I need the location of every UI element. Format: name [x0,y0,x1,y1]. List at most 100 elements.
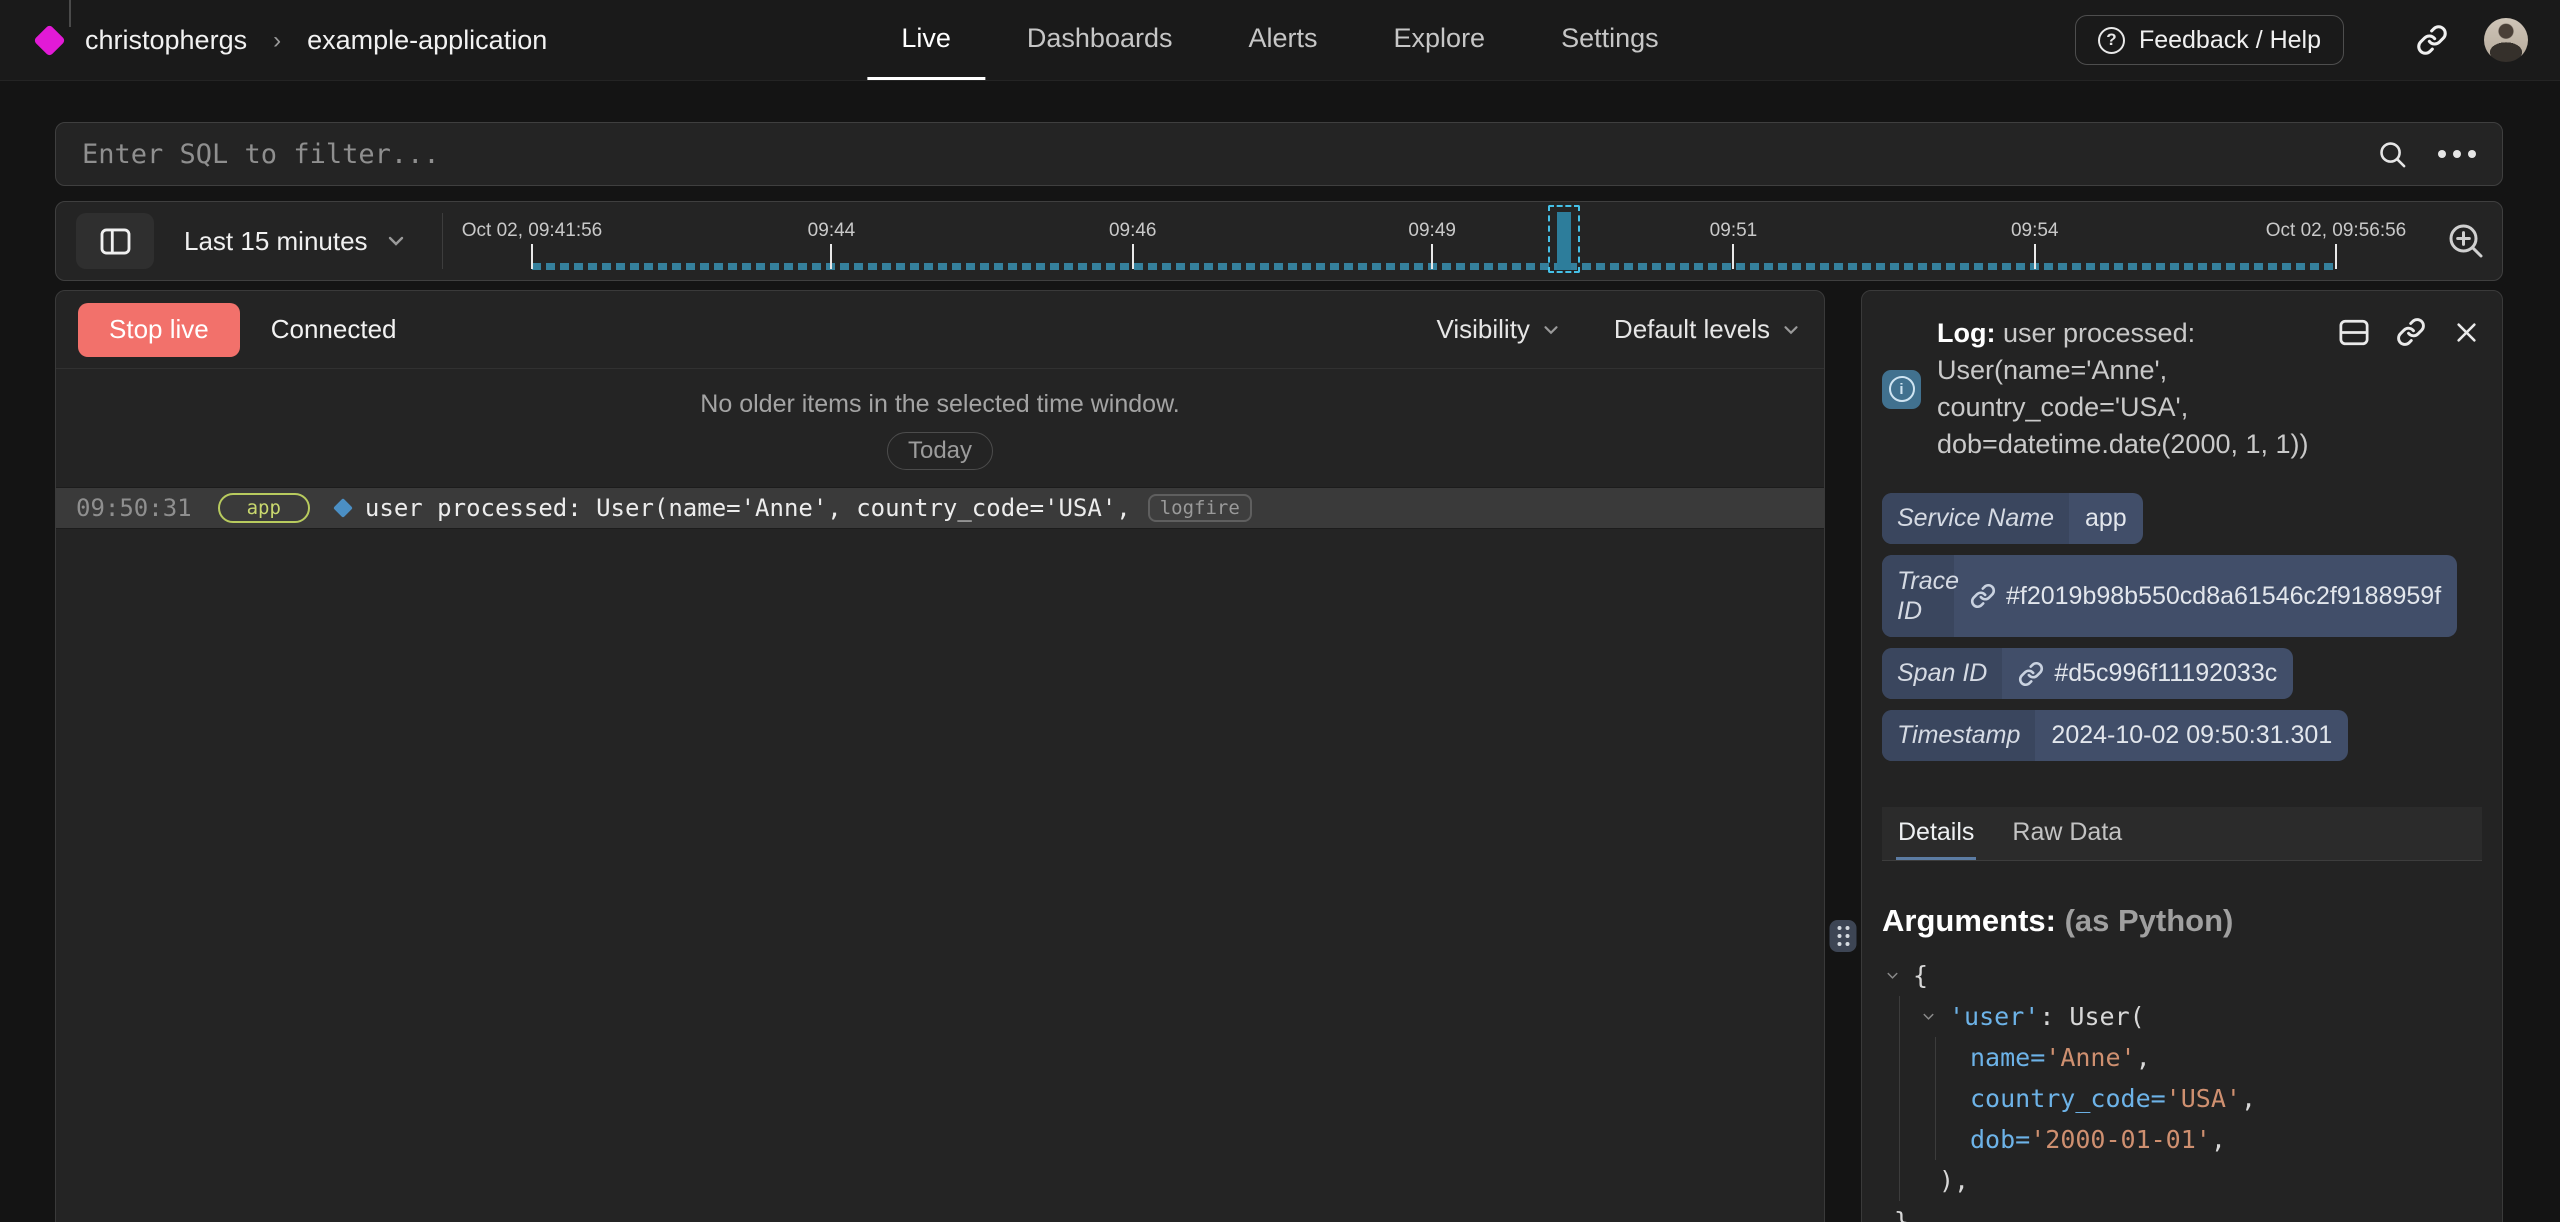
arguments-title: Arguments: [1882,903,2056,938]
timeline-track[interactable]: Oct 02, 09:41:5609:4409:4609:4909:5109:5… [532,202,2336,280]
detail-title-kind: Log: [1937,318,1995,348]
code-line: ), [1882,1160,2482,1201]
link-icon [2018,661,2044,687]
collapse-chevron-icon[interactable] [1921,1009,1949,1024]
time-range-label: Last 15 minutes [184,226,368,257]
breadcrumb-org[interactable]: christophergs [85,25,247,56]
close-icon[interactable] [2453,319,2480,346]
empty-notice-zone: No older items in the selected time wind… [56,369,1824,487]
detail-header: i Log: user processed: User(name='Anne',… [1882,315,2482,463]
attribute-chip-trace-id[interactable]: Trace ID #f2019b98b550cd8a61546c2f918895… [1882,555,2457,637]
code-token: } [1894,1207,1909,1222]
resize-handle[interactable] [1830,920,1857,952]
code-token: , [2211,1125,2226,1154]
tab-details[interactable]: Details [1896,807,1976,860]
attribute-chip-span-id[interactable]: Span ID #d5c996f11192033c [1882,648,2293,699]
timeline-tick-mark [2335,244,2337,269]
search-icon[interactable] [2377,139,2408,170]
visibility-dropdown[interactable]: Visibility [1436,314,1561,345]
timeline-tick-mark [830,244,832,269]
logfire-logo-icon[interactable] [33,24,66,57]
default-levels-dropdown[interactable]: Default levels [1614,314,1802,345]
timeline-tick-label: 09:44 [808,220,856,242]
link-icon [1970,583,1996,609]
tab-settings[interactable]: Settings [1527,0,1693,80]
detail-tabs: Details Raw Data [1882,807,2482,861]
logo-pointer-line [69,0,71,27]
attribute-value: #f2019b98b550cd8a61546c2f9188959f [1954,571,2457,622]
tab-raw-data[interactable]: Raw Data [2010,807,2124,860]
timeline-tick-label: Oct 02, 09:56:56 [2266,220,2407,242]
timeline-tick-mark [1431,244,1433,269]
attribute-label: Timestamp [1882,710,2035,761]
sidebar-toggle-button[interactable] [76,213,154,269]
share-link-button[interactable] [2416,24,2448,56]
sql-filter-bar [55,122,2503,186]
code-token: country_code= [1970,1084,2166,1113]
code-token: , [2241,1084,2256,1113]
code-token: , [2136,1043,2151,1072]
feedback-help-label: Feedback / Help [2139,26,2321,55]
sql-filter-input[interactable] [82,139,2377,170]
attribute-chip-service-name[interactable]: Service Nameapp [1882,493,2143,544]
code-token: { [1913,961,1928,990]
attribute-chip-timestamp[interactable]: Timestamp2024-10-02 09:50:31.301 [1882,710,2348,761]
code-token: 'Anne' [2045,1043,2135,1072]
detail-title: Log: user processed: User(name='Anne', c… [1937,315,2329,463]
collapse-chevron-icon[interactable] [1885,968,1913,983]
timeline-tick-label: 09:54 [2011,220,2059,242]
panel-divider [1825,290,1861,1222]
dock-panel-icon[interactable] [2339,319,2369,346]
indent-guide [1899,996,1900,1201]
timeline-zoom-in-button[interactable] [2446,221,2486,261]
attribute-value: app [2069,493,2143,544]
stop-live-button[interactable]: Stop live [78,303,240,357]
chevron-down-icon [1780,319,1802,341]
code-token: User( [2069,1002,2144,1031]
timeline-tick-mark [1732,244,1734,269]
log-message: user processed: User(name='Anne', countr… [365,494,1131,522]
timeline-tick-label: 09:46 [1109,220,1157,242]
timeline-tick-label: 09:51 [1710,220,1758,242]
info-icon: i [1882,370,1921,409]
arguments-heading: Arguments: (as Python) [1882,903,2482,939]
attribute-label: Trace ID [1882,555,1954,637]
log-row[interactable]: 09:50:31 app user processed: User(name='… [56,487,1824,529]
logfire-tag[interactable]: logfire [1148,494,1252,522]
code-line: name='Anne', [1882,1037,2482,1078]
live-panel-header: Stop live Connected Visibility Default l… [56,291,1824,369]
top-bar: christophergs › example-application Live… [0,0,2560,81]
tab-alerts[interactable]: Alerts [1214,0,1351,80]
code-token: ), [1939,1166,1969,1195]
code-line: dob='2000-01-01', [1882,1119,2482,1160]
user-avatar[interactable] [2484,18,2528,62]
code-token: 'user' [1949,1002,2039,1031]
chevron-down-icon [1540,319,1562,341]
code-line: } [1882,1201,2482,1222]
service-badge[interactable]: app [218,493,310,523]
feedback-help-button[interactable]: ? Feedback / Help [2075,15,2344,65]
divider [442,213,443,269]
code-token: dob= [1970,1125,2030,1154]
sidebar-panel-icon [100,228,131,255]
breadcrumb-project[interactable]: example-application [307,25,547,56]
attribute-value: #d5c996f11192033c [2002,648,2293,699]
attribute-label: Service Name [1882,493,2069,544]
tab-live[interactable]: Live [867,0,985,80]
chevron-down-icon [384,229,408,253]
link-icon [2416,24,2448,56]
code-line: { [1882,955,2482,996]
more-options-icon[interactable] [2438,150,2476,158]
code-token: '2000-01-01' [2030,1125,2211,1154]
tab-dashboards[interactable]: Dashboards [993,0,1207,80]
time-range-selector[interactable]: Last 15 minutes [184,226,408,257]
timeline-tick-mark [531,244,533,269]
log-level-diamond-icon [333,498,353,518]
timeline-histogram-baseline [532,263,2336,270]
copy-link-icon[interactable] [2396,317,2426,347]
tab-explore[interactable]: Explore [1360,0,1520,80]
live-log-panel: Stop live Connected Visibility Default l… [55,290,1825,1222]
code-token: name= [1970,1043,2045,1072]
today-pill[interactable]: Today [887,432,993,470]
timeline-tick-mark [1132,244,1134,269]
